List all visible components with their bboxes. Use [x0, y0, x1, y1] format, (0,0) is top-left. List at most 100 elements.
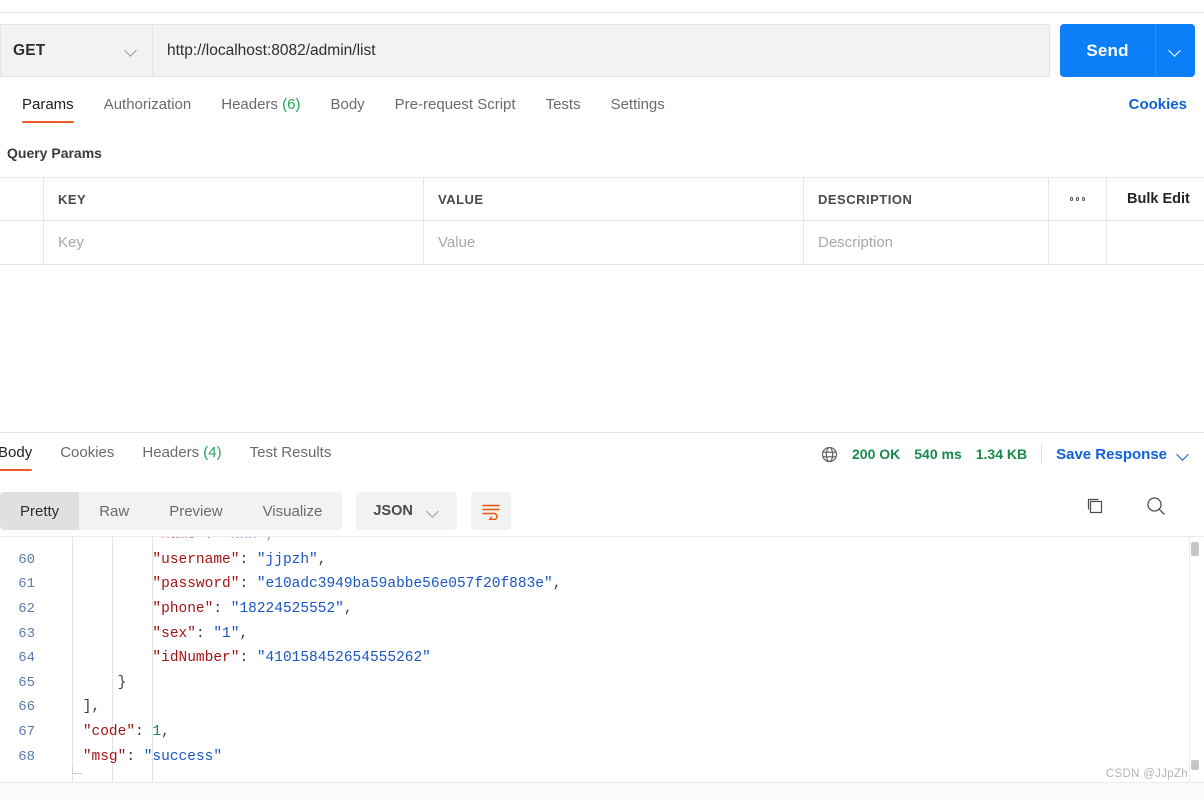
tab-tests[interactable]: Tests [531, 92, 596, 123]
code-text: "sex": "1", [152, 625, 249, 642]
globe-icon[interactable] [821, 446, 838, 463]
response-size: 1.34 KB [975, 446, 1028, 462]
column-header-description: DESCRIPTION [804, 178, 1049, 220]
chevron-down-icon[interactable] [1177, 448, 1190, 461]
tab-body[interactable]: Body [315, 92, 379, 123]
tab-params-label: Params [22, 96, 74, 113]
tab-headers[interactable]: Headers (6) [206, 92, 315, 123]
scrollbar-thumb[interactable] [1191, 542, 1199, 556]
send-options-button[interactable] [1155, 24, 1195, 77]
view-mode-visualize[interactable]: Visualize [243, 492, 343, 530]
request-tabs: Params Authorization Headers (6) Body Pr… [0, 92, 1204, 132]
query-params-table: KEY VALUE DESCRIPTION Bulk Edit Key Valu… [0, 177, 1204, 265]
copy-icon[interactable] [1084, 495, 1106, 517]
chevron-down-icon [427, 505, 440, 518]
code-text: "username": "jjpzh", [152, 551, 327, 568]
scrollbar-marker [1191, 760, 1199, 770]
watermark: CSDN @JJpZh [1105, 768, 1188, 780]
view-mode-raw-label: Raw [99, 502, 130, 520]
view-mode-preview[interactable]: Preview [149, 492, 242, 530]
save-response-button[interactable]: Save Response [1056, 446, 1167, 463]
column-header-value-label: VALUE [438, 191, 484, 207]
chevron-down-icon [1169, 44, 1182, 57]
code-text: "msg": "success" [82, 748, 223, 765]
code-text: ], [48, 699, 101, 716]
meta-divider [1041, 444, 1043, 464]
wrap-lines-icon[interactable] [470, 492, 511, 530]
code-line: 67 "code": 1, [0, 720, 1204, 745]
line-number: 64 [18, 650, 35, 667]
param-value-placeholder: Value [438, 234, 476, 251]
response-actions [1084, 494, 1168, 518]
param-key-input[interactable]: Key [44, 221, 424, 264]
tab-pre-request-script-label: Pre-request Script [394, 96, 516, 113]
tab-body-label: Body [330, 96, 365, 113]
code-line: 65 } [0, 671, 1204, 696]
response-format-select[interactable]: JSON [356, 492, 457, 530]
request-url-row: GET http://localhost:8082/admin/list Sen… [0, 24, 1204, 77]
search-icon[interactable] [1144, 494, 1168, 518]
view-mode-visualize-label: Visualize [262, 502, 323, 520]
param-description-input[interactable]: Description [804, 221, 1049, 264]
tab-authorization[interactable]: Authorization [89, 92, 207, 123]
url-input[interactable]: http://localhost:8082/admin/list [152, 24, 1050, 77]
send-button-group: Send [1060, 24, 1195, 77]
line-number: 61 [18, 576, 35, 593]
code-text: } [48, 674, 127, 691]
column-header-value: VALUE [424, 178, 804, 220]
view-mode-raw[interactable]: Raw [79, 492, 149, 530]
cookies-link[interactable]: Cookies [1129, 96, 1187, 113]
line-number: 67 [18, 724, 35, 741]
response-body-viewer[interactable]: "name": "xxx",60 "username": "jjpzh",61 … [0, 536, 1204, 782]
send-button[interactable]: Send [1060, 24, 1155, 77]
tab-params[interactable]: Params [7, 92, 89, 123]
response-time: 540 ms [914, 446, 962, 462]
code-line: 63 "sex": "1", [0, 621, 1204, 646]
response-tab-headers-count: (4) [203, 444, 222, 461]
ellipsis-icon[interactable] [1049, 178, 1107, 220]
status-code: 200 OK [852, 446, 901, 462]
response-tab-test-results[interactable]: Test Results [236, 440, 346, 471]
param-value-input[interactable]: Value [424, 221, 804, 264]
http-method-select[interactable]: GET [0, 24, 152, 77]
code-text: "code": 1, [82, 724, 170, 741]
code-line: 62 "phone": "18224525552", [0, 597, 1204, 622]
row-checkbox-cell[interactable] [0, 221, 44, 264]
response-tab-headers[interactable]: Headers (4) [128, 440, 235, 471]
url-value: http://localhost:8082/admin/list [167, 41, 376, 59]
column-header-key: KEY [44, 178, 424, 220]
response-tab-cookies-label: Cookies [60, 444, 115, 461]
line-number: 63 [18, 625, 35, 642]
column-header-description-label: DESCRIPTION [818, 191, 913, 207]
row-spacer-cell [1107, 221, 1204, 264]
table-header-row: KEY VALUE DESCRIPTION Bulk Edit [0, 177, 1204, 221]
view-mode-pretty[interactable]: Pretty [0, 492, 80, 530]
line-number: 68 [18, 748, 35, 765]
response-toolbar: Pretty Raw Preview Visualize JSON [0, 490, 1204, 532]
line-number: 65 [18, 674, 35, 691]
code-text: "phone": "18224525552", [152, 601, 353, 618]
chevron-down-icon [125, 44, 138, 57]
tab-headers-count: (6) [282, 96, 301, 113]
response-meta: 200 OK 540 ms 1.34 KB Save Response [821, 444, 1190, 464]
response-scrollbar[interactable] [1189, 536, 1201, 782]
response-view-modes: Pretty Raw Preview Visualize [0, 492, 343, 530]
tab-authorization-label: Authorization [103, 96, 192, 113]
response-tab-test-results-label: Test Results [249, 444, 332, 461]
code-text: "idNumber": "410158452654555262" [152, 650, 431, 667]
row-actions-cell [1049, 221, 1107, 264]
table-row: Key Value Description [0, 221, 1204, 265]
response-tab-body[interactable]: Body [0, 440, 46, 471]
response-tab-cookies[interactable]: Cookies [46, 440, 128, 471]
response-divider [0, 432, 1204, 433]
bulk-edit-button[interactable]: Bulk Edit [1107, 178, 1204, 220]
tab-settings[interactable]: Settings [596, 92, 680, 123]
top-divider [0, 12, 1204, 13]
bottom-bar [0, 782, 1204, 800]
tab-headers-label: Headers [221, 96, 278, 113]
line-number: 62 [18, 601, 35, 618]
query-params-title: Query Params [7, 145, 102, 161]
tab-pre-request-script[interactable]: Pre-request Script [380, 92, 531, 123]
param-description-placeholder: Description [818, 234, 894, 251]
code-text: "name": "xxx", [48, 537, 274, 543]
